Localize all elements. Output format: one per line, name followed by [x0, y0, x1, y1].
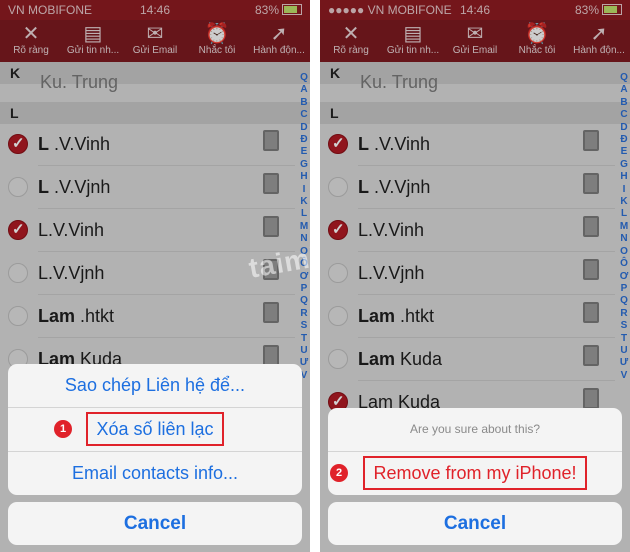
cancel-button[interactable]: Cancel — [328, 502, 622, 545]
remove-from-iphone-option[interactable]: 2 Remove from my iPhone! — [328, 452, 622, 495]
confirm-sheet: Are you sure about this? 2 Remove from m… — [328, 408, 622, 495]
action-sheet: Sao chép Liên hệ để... 1 Xóa số liên lạc… — [8, 364, 302, 495]
cancel-button[interactable]: Cancel — [8, 502, 302, 545]
email-contacts-option[interactable]: Email contacts info... — [8, 452, 302, 495]
left-screen: VN MOBIFONE 14:46 83% ✕ Rõ ràng ▤ Gửi tin … — [0, 0, 310, 552]
remove-from-iphone-label: Remove from my iPhone! — [363, 456, 587, 490]
step-badge: 1 — [54, 420, 72, 438]
step-badge: 2 — [330, 464, 348, 482]
copy-contacts-option[interactable]: Sao chép Liên hệ để... — [8, 364, 302, 408]
delete-contacts-label: Xóa số liên lạc — [86, 412, 224, 446]
right-screen: ●●●●● VN MOBIFONE 14:46 83% ✕ Rõ ràng ▤ Gử… — [320, 0, 630, 552]
delete-contacts-option[interactable]: 1 Xóa số liên lạc — [8, 408, 302, 452]
confirm-title: Are you sure about this? — [328, 408, 622, 452]
